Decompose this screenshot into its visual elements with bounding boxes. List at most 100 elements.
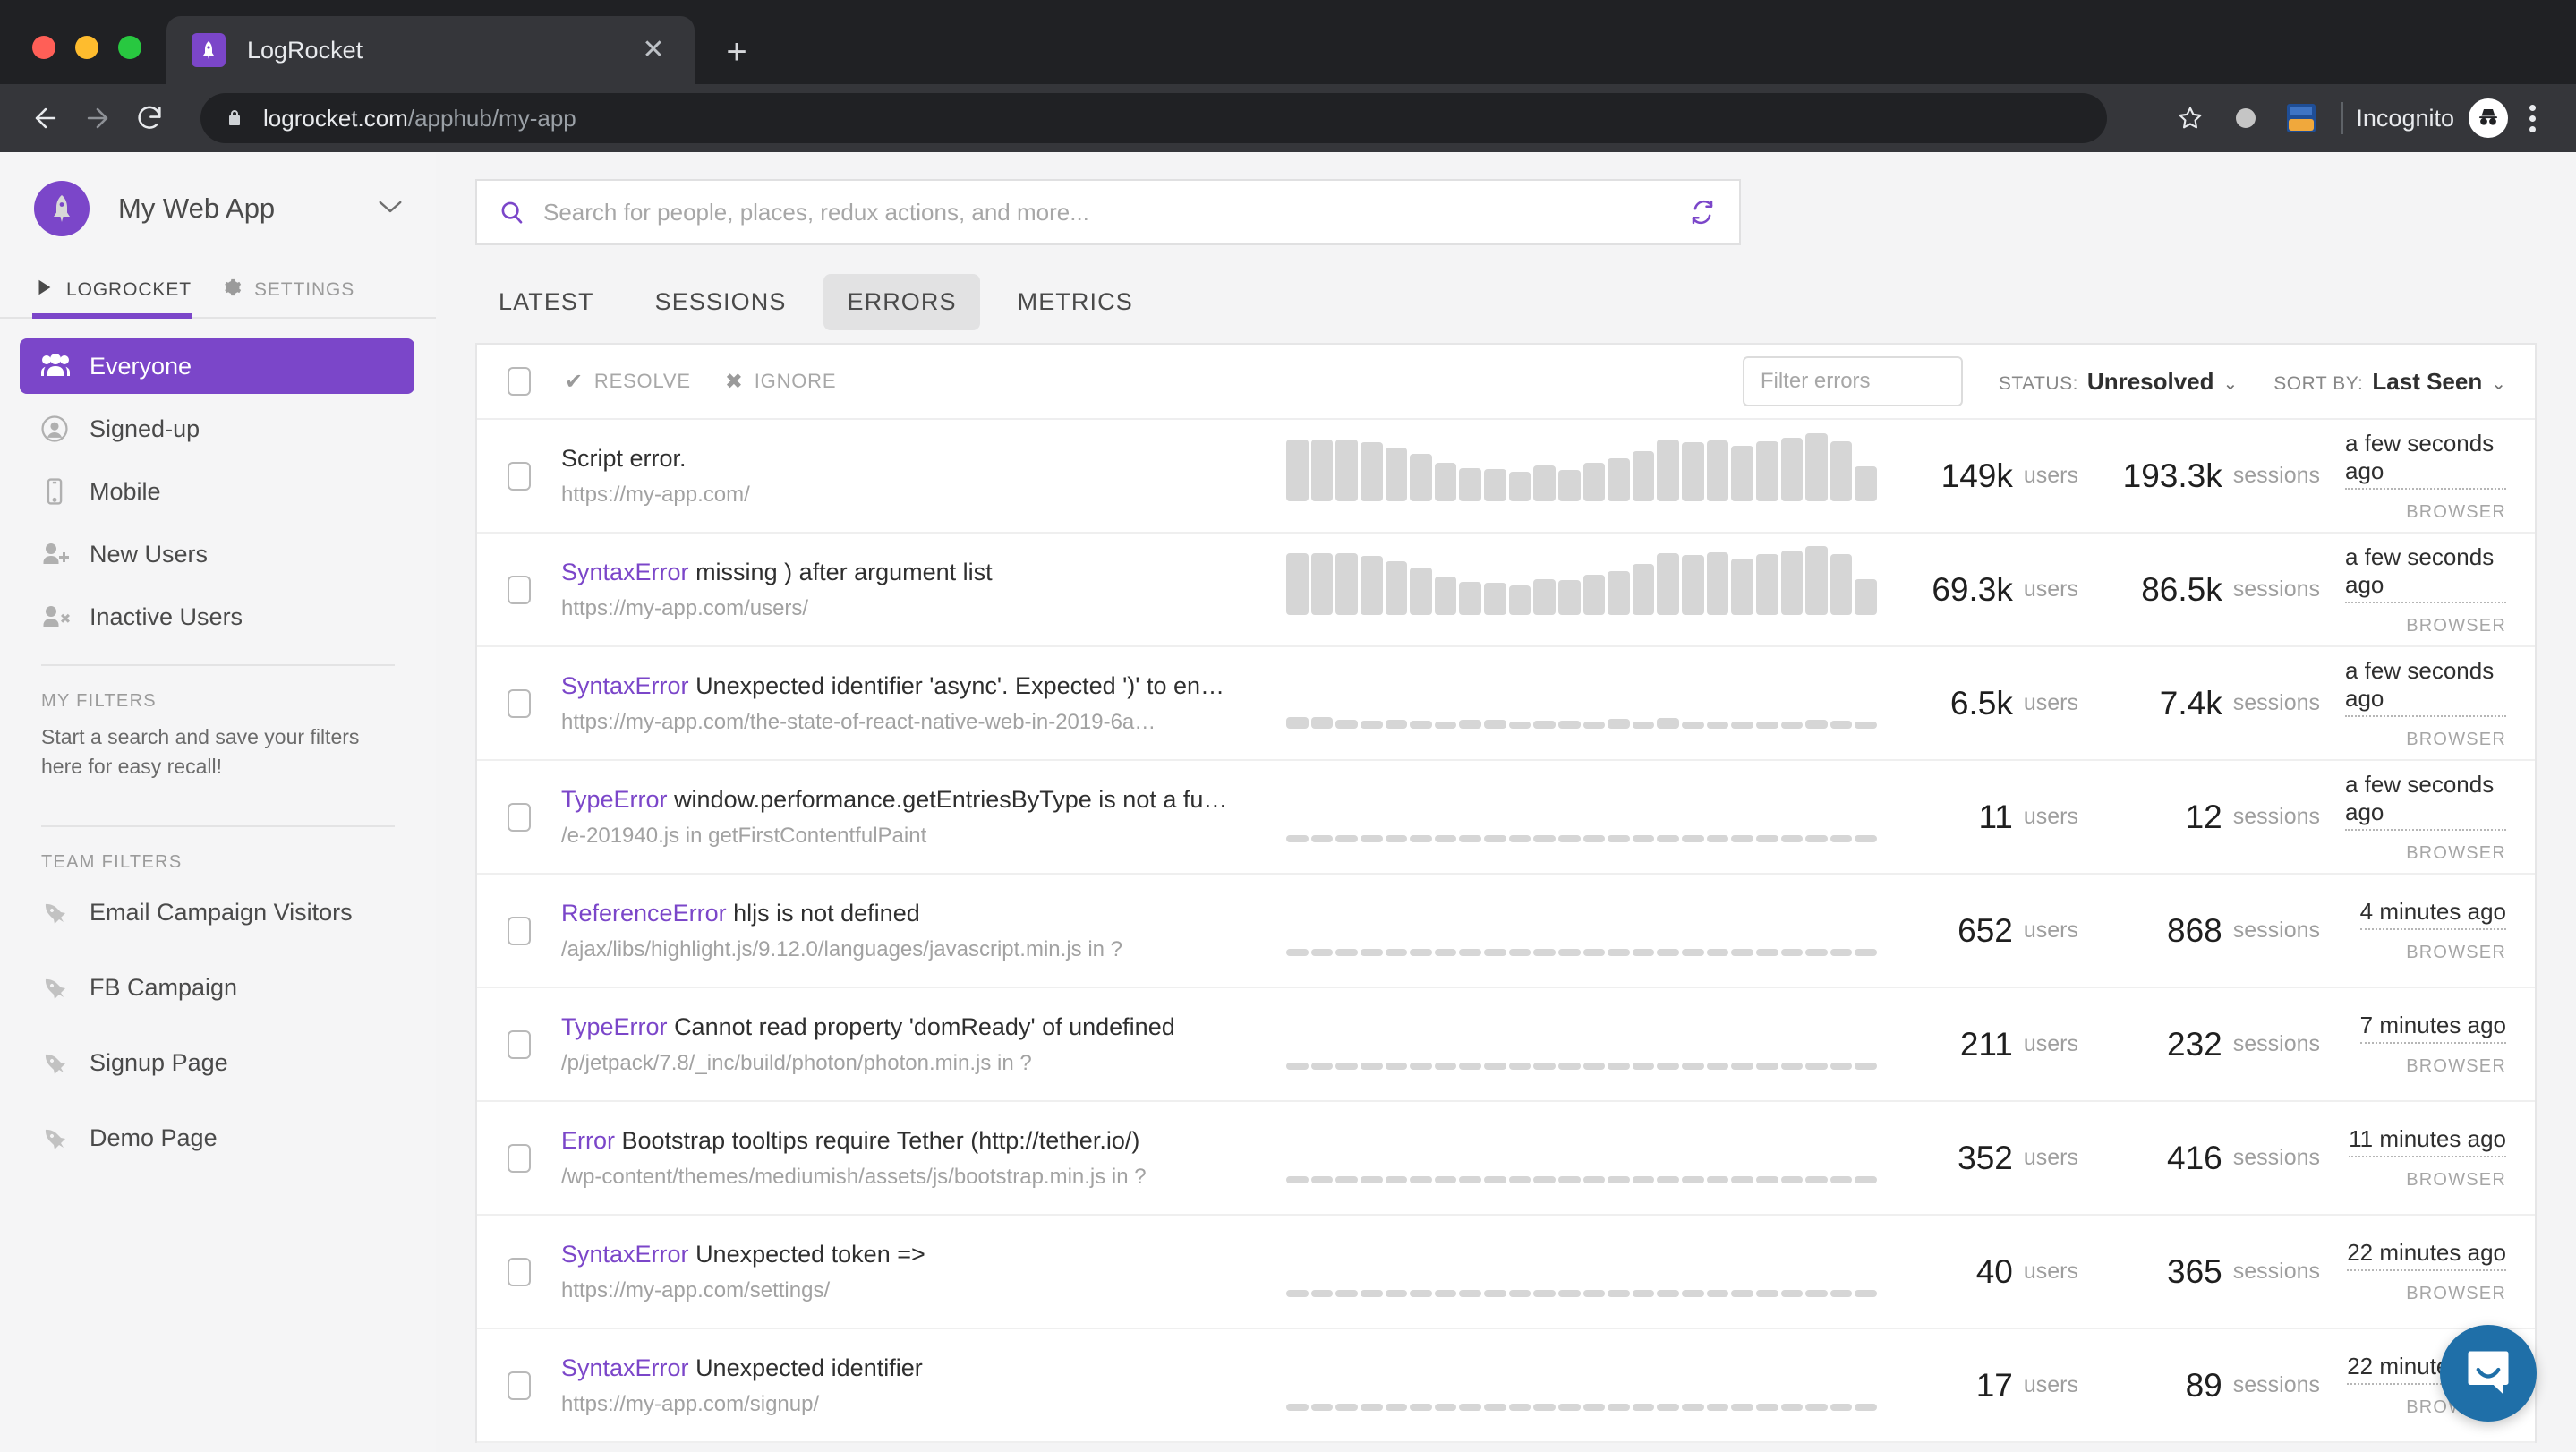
sparkline-bar [1410,835,1432,842]
profile-label: Incognito [2356,104,2454,132]
error-title[interactable]: ReferenceError hljs is not defined [561,900,1259,927]
refresh-icon[interactable] [1689,199,1716,226]
resolve-button[interactable]: ✔ RESOLVE [565,369,691,395]
sessions-cell: 12 sessions [2078,761,2320,873]
sidebar-item-demo-page[interactable]: Demo Page [20,1111,414,1166]
tab-errors[interactable]: ERRORS [823,274,980,330]
minimize-window-button[interactable] [75,36,98,59]
row-checkbox[interactable] [508,575,531,604]
app-switcher[interactable]: My Web App [0,152,436,263]
tab-sessions[interactable]: SESSIONS [632,274,810,330]
sidebar-subtab-settings[interactable]: SETTINGS [222,269,354,317]
plus-icon[interactable]: + [714,34,759,70]
sidebar-item-everyone[interactable]: Everyone [20,338,414,394]
x-icon: ✖ [724,369,744,394]
search-input[interactable] [543,198,1689,226]
table-row[interactable]: TypeError Cannot read property 'domReady… [477,988,2535,1102]
error-title[interactable]: SyntaxError Unexpected identifier 'async… [561,672,1259,700]
resolve-label: RESOLVE [593,370,691,392]
close-icon[interactable]: ✕ [635,37,671,64]
sidebar-subtab-logrocket[interactable]: LOGROCKET [32,269,192,319]
error-title[interactable]: Error Bootstrap tooltips require Tether … [561,1127,1259,1155]
close-window-button[interactable] [32,36,55,59]
toolbar-right-group: Incognito [2162,92,2556,144]
row-checkbox[interactable] [508,461,531,491]
sidebar-item-mobile[interactable]: Mobile [20,464,414,519]
row-checkbox[interactable] [508,1257,531,1286]
sparkline-bar [1682,949,1704,956]
sort-by-filter[interactable]: SORT BY: Last Seen ⌄ [2273,368,2506,396]
sparkline-bar [1410,1290,1432,1297]
last-seen-cell: 11 minutes ago BROWSER [2320,1102,2506,1214]
reload-icon[interactable] [124,92,175,144]
star-icon[interactable] [2162,92,2218,144]
row-checkbox[interactable] [508,1029,531,1059]
sparkline-bar [1582,1176,1606,1183]
sessions-unit: sessions [2232,804,2320,829]
sparkline-bar [1286,1290,1309,1297]
sidebar-item-label: Signup Page [90,1049,228,1077]
error-title[interactable]: SyntaxError Unexpected token => [561,1241,1259,1268]
last-seen-time: 7 minutes ago [2359,1012,2506,1044]
table-row[interactable]: ReferenceError hljs is not defined /ajax… [477,875,2535,988]
maximize-window-button[interactable] [118,36,141,59]
browser-tab[interactable]: LogRocket ✕ [166,16,695,84]
table-row[interactable]: SyntaxError Unexpected identifier https:… [477,1329,2535,1443]
table-row[interactable]: SyntaxError Unexpected identifier 'async… [477,647,2535,761]
sidebar-item-new-users[interactable]: New Users [20,526,414,582]
select-all-checkbox[interactable] [508,367,531,396]
sidebar-item-inactive-users[interactable]: Inactive Users [20,589,414,645]
error-title[interactable]: TypeError window.performance.getEntriesB… [561,786,1259,814]
ignore-button[interactable]: ✖ IGNORE [725,369,837,395]
table-row[interactable]: SyntaxError Unexpected token => https://… [477,1216,2535,1329]
sidebar-item-signed-up[interactable]: Signed-up [20,401,414,457]
sparkline-bar [1855,1063,1877,1070]
table-row[interactable]: TypeError window.performance.getEntriesB… [477,761,2535,875]
row-checkbox[interactable] [508,802,531,832]
table-row[interactable]: SyntaxError missing ) after argument lis… [477,534,2535,647]
intercom-chat-button[interactable] [2440,1325,2537,1422]
tab-metrics[interactable]: METRICS [994,274,1156,330]
sidebar-item-fb-campaign[interactable]: FB Campaign [20,961,414,1016]
sparkline-bar [1657,1290,1679,1297]
tab-latest[interactable]: LATEST [475,274,618,330]
sparkline-bar [1805,1404,1828,1411]
chevron-down-icon: ⌄ [2491,373,2506,394]
table-row[interactable]: Script error. https://my-app.com/ 149k u… [477,420,2535,534]
error-title[interactable]: SyntaxError Unexpected identifier [561,1354,1259,1382]
filter-errors-input[interactable] [1742,356,1963,406]
cookie-inspector-icon[interactable] [2273,92,2329,144]
status-key: STATUS: [1998,372,2078,394]
sidebar-item-signup-page[interactable]: Signup Page [20,1036,414,1091]
row-checkbox[interactable] [508,1371,531,1400]
error-title[interactable]: TypeError Cannot read property 'domReady… [561,1013,1259,1041]
error-message: Unexpected token => [695,1240,925,1268]
sessions-unit: sessions [2232,918,2320,943]
users-count: 11 [1978,798,2013,835]
row-checkbox[interactable] [508,916,531,945]
back-arrow-icon[interactable] [20,92,72,144]
sidebar-item-label: New Users [90,540,209,568]
sparkline-bar [1484,835,1506,842]
address-bar[interactable]: logrocket.com/apphub/my-app [200,93,2107,143]
sparkline-bar [1557,1176,1581,1183]
error-title[interactable]: SyntaxError missing ) after argument lis… [561,559,1259,586]
sidebar-item-email-campaign-visitors[interactable]: Email Campaign Visitors [20,885,414,941]
row-checkbox-cell [508,534,561,645]
chevron-down-icon[interactable] [377,196,404,221]
row-checkbox[interactable] [508,1143,531,1173]
sessions-cell: 89 sessions [2078,1329,2320,1441]
forward-arrow-icon[interactable] [72,92,124,144]
sparkline-bar [1731,1176,1753,1183]
row-checkbox[interactable] [508,688,531,718]
kebab-menu-icon[interactable] [2508,104,2556,132]
last-seen-time: 11 minutes ago [2349,1125,2506,1157]
table-row[interactable]: Error Bootstrap tooltips require Tether … [477,1102,2535,1216]
error-info-cell: Error Bootstrap tooltips require Tether … [561,1102,1277,1214]
extension-dot-icon[interactable] [2218,92,2273,144]
incognito-avatar-icon[interactable] [2469,98,2508,138]
sparkline-bar [1508,1290,1531,1297]
global-search[interactable] [475,179,1741,245]
error-title[interactable]: Script error. [561,445,1259,473]
status-filter[interactable]: STATUS: Unresolved ⌄ [1999,368,2238,396]
